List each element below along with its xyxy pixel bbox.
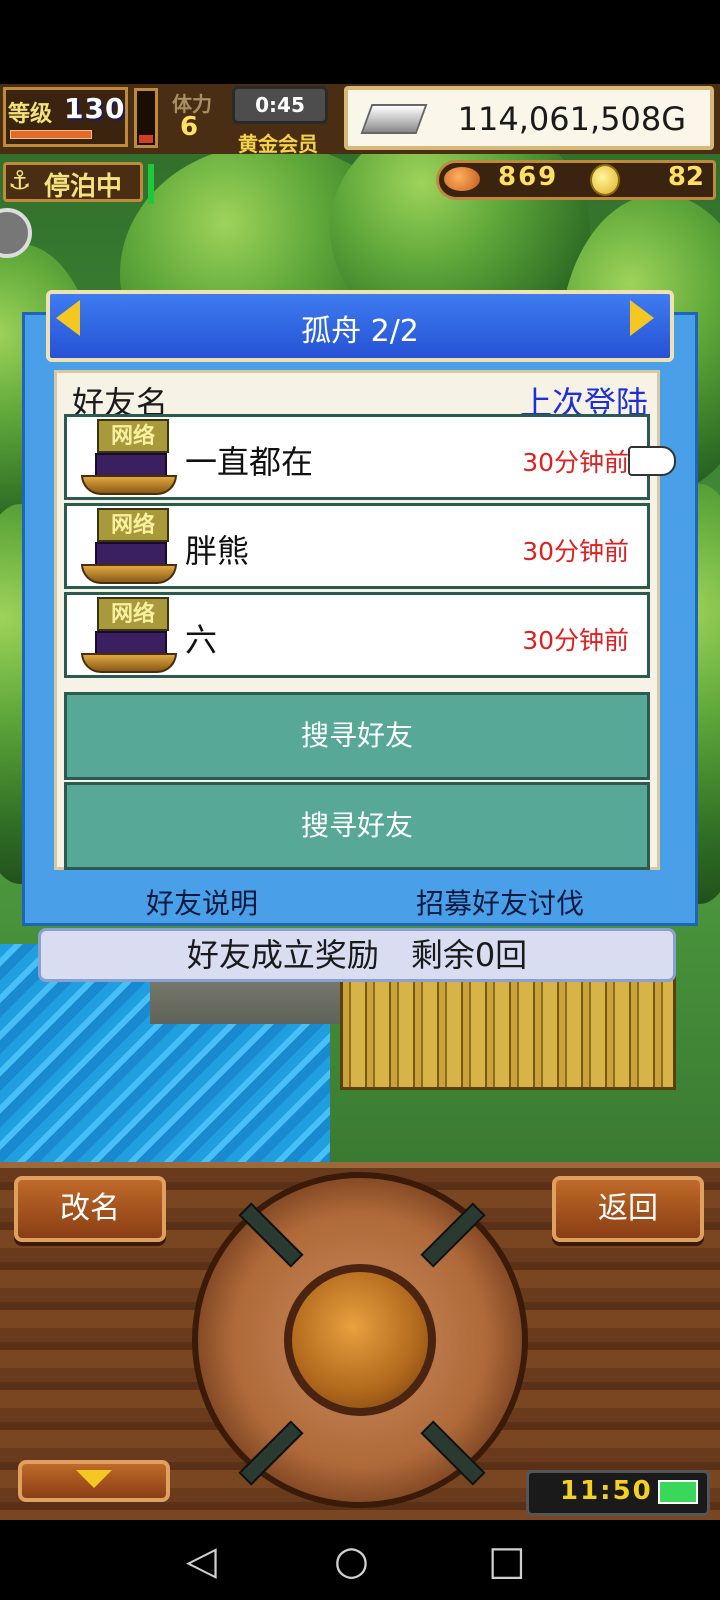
network-tag: 网络 bbox=[97, 419, 169, 453]
friend-explanation-link[interactable]: 好友说明 bbox=[146, 882, 258, 922]
stamina-value: 6 bbox=[180, 112, 199, 142]
network-tag: 网络 bbox=[97, 508, 169, 542]
ship-hull bbox=[81, 475, 177, 495]
ship-avatar: 网络 bbox=[81, 508, 177, 586]
nav-recents-icon[interactable]: □ bbox=[488, 1538, 526, 1584]
dialog-title: 孤舟 2/2 bbox=[301, 314, 419, 349]
rename-button[interactable]: 改名 bbox=[14, 1176, 166, 1242]
search-friend-button[interactable]: 搜寻好友 bbox=[64, 782, 650, 870]
ship-hull bbox=[81, 653, 177, 673]
down-arrow-button[interactable] bbox=[18, 1460, 170, 1502]
warehouse-crates bbox=[340, 964, 676, 1090]
friend-row[interactable]: 网络 六 30分钟前 bbox=[64, 592, 650, 678]
ship-sail bbox=[95, 542, 167, 566]
friend-last-login: 30分钟前 bbox=[522, 626, 629, 655]
food-icon bbox=[444, 167, 480, 191]
ship-sail bbox=[95, 631, 167, 655]
exp-bar bbox=[10, 130, 92, 139]
friend-name: 胖熊 bbox=[185, 532, 250, 570]
search-friend-button[interactable]: 搜寻好友 bbox=[64, 692, 650, 780]
nav-home-icon[interactable]: ○ bbox=[334, 1538, 369, 1584]
ship-hull bbox=[81, 564, 177, 584]
silver-bar-icon bbox=[360, 104, 428, 134]
anchor-icon: ⚓ bbox=[8, 166, 32, 196]
battery-icon bbox=[658, 1480, 698, 1504]
recruit-friends-link[interactable]: 招募好友讨伐 bbox=[416, 882, 584, 922]
level-label: 等级 bbox=[8, 102, 53, 127]
network-tag: 网络 bbox=[97, 597, 169, 631]
gold-amount: 114,061,508G bbox=[457, 100, 686, 138]
food-value: 869 bbox=[498, 162, 559, 192]
ship-avatar: 网络 bbox=[81, 597, 177, 675]
medal-coin-icon bbox=[590, 164, 620, 196]
level-value: 130 bbox=[64, 92, 126, 125]
stamina-timer: 0:45 bbox=[232, 86, 328, 124]
ship-sail bbox=[95, 453, 167, 477]
friend-row[interactable]: 网络 一直都在 30分钟前 bbox=[64, 414, 650, 500]
nav-back-icon[interactable]: ◁ bbox=[186, 1538, 217, 1584]
pointer-hand-icon bbox=[628, 446, 676, 476]
friend-name: 一直都在 bbox=[185, 443, 314, 481]
friend-row[interactable]: 网络 胖熊 30分钟前 bbox=[64, 503, 650, 589]
friend-reward-banner: 好友成立奖励 剩余0回 bbox=[38, 928, 676, 982]
friend-last-login: 30分钟前 bbox=[522, 537, 629, 566]
back-button[interactable]: 返回 bbox=[552, 1176, 704, 1242]
ship-avatar: 网络 bbox=[81, 419, 177, 497]
friend-name: 六 bbox=[185, 621, 218, 659]
status-text: 停泊中 bbox=[44, 172, 123, 202]
friend-last-login: 30分钟前 bbox=[522, 448, 629, 477]
status-indicator bbox=[148, 164, 154, 204]
membership-label: 黄金会员 bbox=[238, 132, 318, 156]
stamina-gauge bbox=[134, 88, 158, 148]
coin-value: 82 bbox=[667, 162, 704, 192]
dpad-center-button[interactable] bbox=[284, 1264, 436, 1416]
game-clock: 11:50 bbox=[560, 1476, 653, 1506]
